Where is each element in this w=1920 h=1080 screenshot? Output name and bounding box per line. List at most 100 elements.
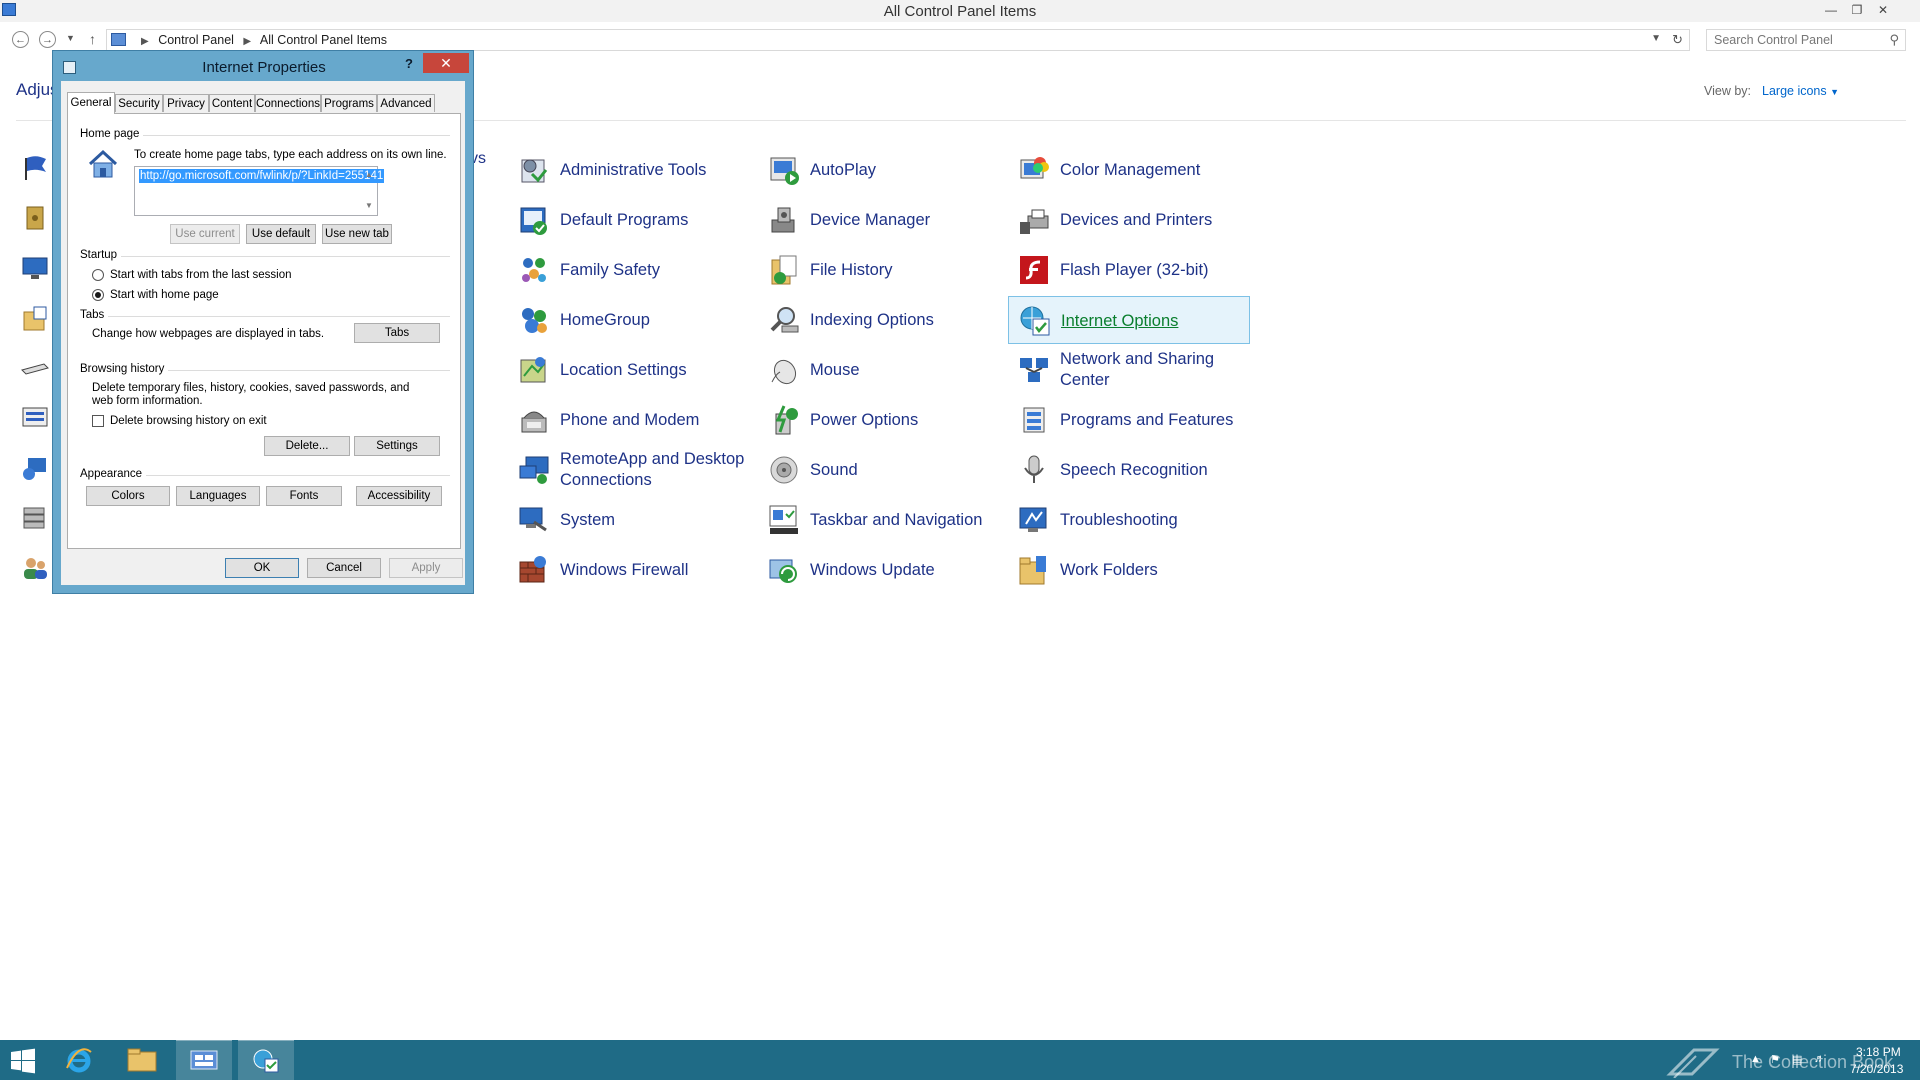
accessibility-button[interactable]: Accessibility (356, 486, 442, 506)
breadcrumb-control-panel[interactable]: Control Panel (158, 33, 234, 47)
browsing-settings-button[interactable]: Settings (354, 436, 440, 456)
search-icon[interactable]: ⚲ (1889, 32, 1899, 48)
tab-security[interactable]: Security (115, 94, 163, 112)
homegroup-icon (522, 308, 547, 333)
use-current-button[interactable]: Use current (170, 224, 240, 244)
remote-icon[interactable] (20, 454, 50, 482)
radio-last-session[interactable] (92, 269, 104, 281)
storage-spaces-icon[interactable] (20, 504, 50, 532)
tabs-button[interactable]: Tabs (354, 323, 440, 343)
home-page-group-label: Home page (80, 128, 144, 140)
tab-programs[interactable]: Programs (321, 94, 377, 112)
fonts-button[interactable]: Fonts (266, 486, 342, 506)
taskbar-file-explorer[interactable] (114, 1040, 170, 1080)
taskbar-internet-properties[interactable] (238, 1040, 294, 1080)
cp-item-default-programs[interactable]: Default Programs (508, 196, 750, 244)
tab-advanced[interactable]: Advanced (377, 94, 435, 112)
cp-item-speech-recognition[interactable]: Speech Recognition (1008, 446, 1250, 494)
delete-on-exit-checkbox[interactable] (92, 415, 104, 427)
languages-button[interactable]: Languages (176, 486, 260, 506)
cp-item-indexing-options[interactable]: Indexing Options (758, 296, 1000, 344)
clock-time[interactable]: 3:18 PM (1856, 1045, 1901, 1059)
cp-item-location-settings[interactable]: Location Settings (508, 346, 750, 394)
ease-of-access-icon[interactable] (20, 404, 50, 432)
cp-item-device-manager[interactable]: Device Manager (758, 196, 1000, 244)
cp-item-family-safety[interactable]: Family Safety (508, 246, 750, 294)
tab-general[interactable]: General (67, 92, 115, 114)
cancel-button[interactable]: Cancel (307, 558, 381, 578)
delete-button[interactable]: Delete... (264, 436, 350, 456)
use-default-button[interactable]: Use default (246, 224, 316, 244)
bitlocker-icon[interactable] (20, 204, 50, 232)
cp-item-autoplay[interactable]: AutoPlay (758, 146, 1000, 194)
chevron-right-icon[interactable]: ▶ (243, 36, 251, 47)
minimize-button[interactable]: — (1818, 0, 1844, 20)
cp-item-file-history[interactable]: File History (758, 246, 1000, 294)
action-center-icon[interactable] (20, 154, 50, 182)
home-page-textarea[interactable]: http://go.microsoft.com/fwlink/p/?LinkId… (134, 166, 385, 216)
network-icon[interactable]: ▤ (1792, 1053, 1802, 1066)
cp-item-windows-firewall[interactable]: Windows Firewall (508, 546, 750, 594)
cp-item-windows-update[interactable]: Windows Update (758, 546, 1000, 594)
scroll-down-icon[interactable]: ▼ (365, 201, 373, 210)
colors-button[interactable]: Colors (86, 486, 170, 506)
up-icon[interactable]: ↑ (89, 31, 96, 47)
radio-home-page-label[interactable]: Start with home page (110, 289, 219, 302)
cp-item-troubleshooting[interactable]: Troubleshooting (1008, 496, 1250, 544)
delete-on-exit-label[interactable]: Delete browsing history on exit (110, 415, 267, 428)
cp-item-administrative-tools[interactable]: Administrative Tools (508, 146, 750, 194)
apply-button[interactable]: Apply (389, 558, 463, 578)
cp-item-flash-player[interactable]: Flash Player (32-bit) (1008, 246, 1250, 294)
scroll-up-icon[interactable]: ▲ (365, 170, 373, 179)
cp-item-label: Power Options (810, 410, 919, 429)
display-icon[interactable] (20, 254, 50, 282)
clock-date[interactable]: 7/20/2013 (1850, 1062, 1903, 1076)
taskbar-control-panel[interactable] (176, 1040, 232, 1080)
cp-item-system[interactable]: System (508, 496, 750, 544)
search-input[interactable]: Search Control Panel ⚲ (1706, 29, 1906, 51)
view-by-dropdown[interactable]: Large icons ▼ (1762, 84, 1839, 98)
back-button[interactable]: ← (12, 31, 29, 48)
cp-item-work-folders[interactable]: Work Folders (1008, 546, 1250, 594)
cp-item-power-options[interactable]: Power Options (758, 396, 1000, 444)
cp-item-phone-modem[interactable]: Phone and Modem (508, 396, 750, 444)
control-panel-icon (111, 33, 126, 46)
user-accounts-icon[interactable] (20, 554, 50, 582)
address-bar[interactable]: ▶ Control Panel ▶ All Control Panel Item… (106, 29, 1690, 51)
use-new-tab-button[interactable]: Use new tab (322, 224, 392, 244)
forward-button[interactable]: → (39, 31, 56, 48)
help-button[interactable]: ? (405, 56, 413, 71)
radio-last-session-label[interactable]: Start with tabs from the last session (110, 269, 292, 282)
cp-item-color-management[interactable]: Color Management (1008, 146, 1250, 194)
cp-item-remoteapp[interactable]: RemoteApp and Desktop Connections (508, 446, 750, 494)
folder-options-icon[interactable] (20, 304, 50, 332)
refresh-icon[interactable]: ↻ (1672, 32, 1683, 48)
restore-button[interactable]: ❐ (1844, 0, 1870, 20)
ok-button[interactable]: OK (225, 558, 299, 578)
tab-connections[interactable]: Connections (255, 94, 321, 112)
system-icon (519, 507, 547, 532)
show-hidden-icons[interactable]: ▲ (1750, 1053, 1761, 1065)
cp-item-sound[interactable]: Sound (758, 446, 1000, 494)
chevron-down-icon[interactable]: ▼ (1651, 33, 1661, 44)
radio-home-page[interactable] (92, 289, 104, 301)
tab-content[interactable]: Content (209, 94, 255, 112)
tab-privacy[interactable]: Privacy (163, 94, 209, 112)
breadcrumb-all-items[interactable]: All Control Panel Items (260, 33, 387, 47)
recent-locations-icon[interactable]: ▼ (66, 33, 75, 43)
action-center-tray-icon[interactable]: ⚑ (1770, 1053, 1780, 1066)
cp-item-network-sharing[interactable]: Network and Sharing Center (1008, 346, 1250, 394)
cp-item-mouse[interactable]: Mouse (758, 346, 1000, 394)
close-button[interactable]: ✕ (1870, 0, 1896, 20)
cp-item-programs-features[interactable]: Programs and Features (1008, 396, 1250, 444)
cp-item-taskbar-navigation[interactable]: Taskbar and Navigation (758, 496, 1000, 544)
volume-icon[interactable]: ♬ (1814, 1053, 1825, 1065)
dialog-close-button[interactable]: ✕ (423, 53, 469, 73)
keyboard-icon[interactable] (20, 354, 50, 382)
cp-item-internet-options[interactable]: Internet Options (1008, 296, 1250, 344)
taskbar-internet-explorer[interactable] (52, 1040, 108, 1080)
cp-item-devices-printers[interactable]: Devices and Printers (1008, 196, 1250, 244)
scrollbar[interactable]: ▲ ▼ (361, 167, 377, 215)
cp-item-homegroup[interactable]: HomeGroup (508, 296, 750, 344)
windows-logo-icon[interactable] (10, 1048, 36, 1074)
